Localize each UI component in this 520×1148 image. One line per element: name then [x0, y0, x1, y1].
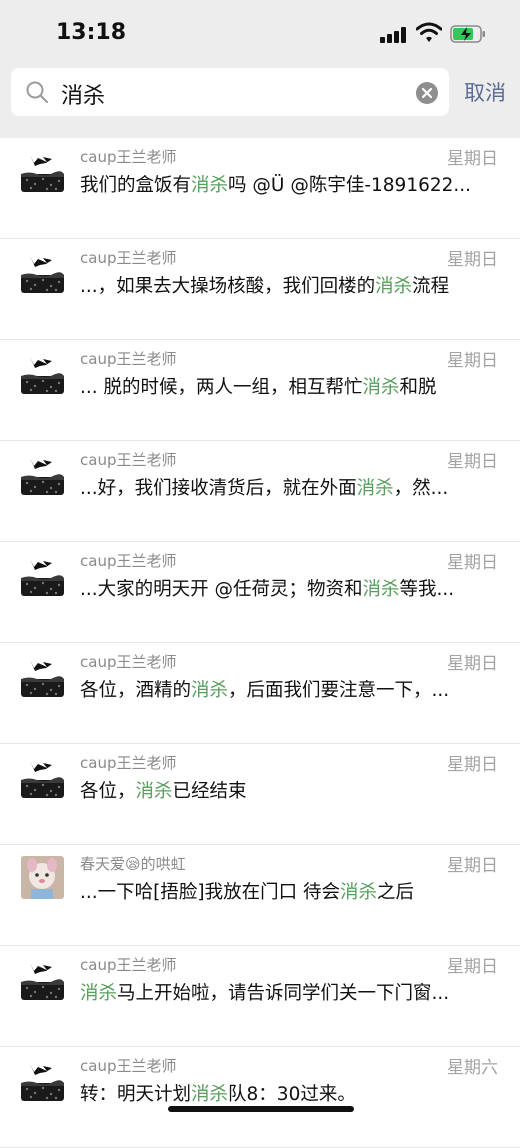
preview-text-before: ...大家的明天开 @任荷灵；物资和 — [80, 579, 363, 600]
preview-text-after: 和脱 — [399, 377, 437, 398]
message-date: 星期日 — [447, 351, 498, 371]
result-row[interactable]: caup王兰老师 星期日 ...，如果去大操场核酸，我们回楼的消杀流程 — [0, 239, 520, 340]
avatar[interactable] — [21, 856, 64, 899]
message-date: 星期日 — [447, 957, 498, 977]
avatar[interactable] — [21, 351, 64, 394]
message-date: 星期六 — [447, 1058, 498, 1078]
highlighted-keyword: 消杀 — [135, 781, 173, 802]
sender-name: caup王兰老师 — [80, 451, 177, 469]
result-row[interactable]: caup王兰老师 星期日 各位，消杀已经结束 — [0, 744, 520, 845]
message-preview: ... 脱的时候，两人一组，相互帮忙消杀和脱 — [80, 373, 495, 399]
avatar[interactable] — [21, 553, 64, 596]
result-row[interactable]: caup王兰老师 星期日 各位，酒精的消杀，后面我们要注意一下，... — [0, 643, 520, 744]
avatar[interactable] — [21, 1058, 64, 1101]
result-row[interactable]: caup王兰老师 星期日 ...大家的明天开 @任荷灵；物资和消杀等我... — [0, 542, 520, 643]
highlighted-keyword: 消杀 — [375, 276, 413, 297]
result-row[interactable]: caup王兰老师 星期六 转：明天计划消杀队8：30过来。 — [0, 1047, 520, 1148]
result-row[interactable]: caup王兰老师 星期日 我们的盒饭有消杀吗 @Ü @陈宇佳-1891622... — [0, 138, 520, 239]
highlighted-keyword: 消杀 — [362, 579, 400, 600]
message-date: 星期日 — [447, 149, 498, 169]
sender-name: caup王兰老师 — [80, 249, 177, 267]
preview-text-before: 各位，酒精的 — [80, 680, 192, 701]
message-date: 星期日 — [447, 452, 498, 472]
message-date: 星期日 — [447, 856, 498, 876]
search-input[interactable]: 消杀 — [61, 78, 105, 110]
avatar[interactable] — [21, 452, 64, 495]
preview-text-after: ，后面我们要注意一下，... — [228, 680, 450, 701]
preview-text-after: 马上开始啦，请告诉同学们关一下门窗... — [117, 983, 450, 1004]
message-preview: 各位，酒精的消杀，后面我们要注意一下，... — [80, 676, 495, 702]
preview-text-before: ...，如果去大操场核酸，我们回楼的 — [80, 276, 376, 297]
preview-text-after: 流程 — [412, 276, 450, 297]
status-time: 13:18 — [56, 20, 127, 45]
sender-name: caup王兰老师 — [80, 552, 177, 570]
message-preview: 我们的盒饭有消杀吗 @Ü @陈宇佳-1891622... — [80, 171, 495, 197]
sender-name: 春天爱😪的哄虹 — [80, 855, 186, 873]
avatar[interactable] — [21, 957, 64, 1000]
highlighted-keyword: 消杀 — [191, 680, 229, 701]
result-row[interactable]: caup王兰老师 星期日... 脱的时候，两人一组，相互帮忙消杀和脱 — [0, 340, 520, 441]
avatar[interactable] — [21, 149, 64, 192]
sender-name: caup王兰老师 — [80, 956, 177, 974]
preview-text-before: ...好，我们接收清货后，就在外面 — [80, 478, 357, 499]
cancel-button[interactable]: 取消 — [464, 77, 506, 107]
highlighted-keyword: 消杀 — [362, 377, 400, 398]
result-row[interactable]: caup王兰老师 星期日 消杀马上开始啦，请告诉同学们关一下门窗... — [0, 946, 520, 1047]
highlighted-keyword: 消杀 — [356, 478, 394, 499]
search-results-list: caup王兰老师 星期日 我们的盒饭有消杀吗 @Ü @陈宇佳-1891622... c… — [0, 138, 520, 1148]
preview-text-before: 转：明天计划 — [80, 1084, 192, 1105]
avatar[interactable] — [21, 250, 64, 293]
message-preview: ...，如果去大操场核酸，我们回楼的消杀流程 — [80, 272, 495, 298]
highlighted-keyword: 消杀 — [80, 983, 118, 1004]
battery-charging-icon — [450, 25, 485, 43]
sender-name: caup王兰老师 — [80, 350, 177, 368]
search-field[interactable]: 消杀 — [11, 68, 449, 116]
preview-text-after: 等我... — [399, 579, 455, 600]
highlighted-keyword: 消杀 — [191, 175, 229, 196]
message-date: 星期日 — [447, 755, 498, 775]
preview-text-before: ...一下哈[捂脸]我放在门口 待会 — [80, 882, 340, 903]
sender-name: caup王兰老师 — [80, 1057, 177, 1075]
preview-text-after: 队8：30过来。 — [228, 1084, 356, 1105]
preview-text-before: ... 脱的时候，两人一组，相互帮忙 — [80, 377, 363, 398]
preview-text-before: 各位， — [80, 781, 136, 802]
message-preview: 各位，消杀已经结束 — [80, 777, 495, 803]
message-date: 星期日 — [447, 654, 498, 674]
message-preview: ...一下哈[捂脸]我放在门口 待会消杀之后 — [80, 878, 495, 904]
message-date: 星期日 — [447, 250, 498, 270]
message-preview: 转：明天计划消杀队8：30过来。 — [80, 1080, 495, 1106]
status-bar: 13:18 — [0, 0, 520, 64]
preview-text-after: 之后 — [376, 882, 414, 903]
preview-text-after: 吗 @Ü @陈宇佳-1891622... — [228, 175, 472, 196]
result-row[interactable]: caup王兰老师 星期日 ...好，我们接收清货后，就在外面消杀，然... — [0, 441, 520, 542]
cellular-signal-icon — [380, 27, 408, 43]
preview-text-after: 已经结束 — [172, 781, 247, 802]
avatar[interactable] — [21, 755, 64, 798]
search-bar: 消杀 取消 — [0, 64, 520, 138]
message-date: 星期日 — [447, 553, 498, 573]
home-indicator — [168, 1106, 354, 1112]
result-row[interactable]: 春天爱😪的哄虹 星期日 ...一下哈[捂脸]我放在门口 待会消杀之后 — [0, 845, 520, 946]
highlighted-keyword: 消杀 — [339, 882, 377, 903]
wifi-icon — [416, 22, 442, 42]
sender-name: caup王兰老师 — [80, 148, 177, 166]
message-preview: ...好，我们接收清货后，就在外面消杀，然... — [80, 474, 495, 500]
sender-name: caup王兰老师 — [80, 653, 177, 671]
clear-icon[interactable] — [415, 81, 439, 105]
preview-text-after: ，然... — [393, 478, 449, 499]
highlighted-keyword: 消杀 — [191, 1084, 229, 1105]
preview-text-before: 我们的盒饭有 — [80, 175, 192, 196]
sender-name: caup王兰老师 — [80, 754, 177, 772]
message-preview: ...大家的明天开 @任荷灵；物资和消杀等我... — [80, 575, 495, 601]
search-icon — [26, 81, 48, 103]
message-preview: 消杀马上开始啦，请告诉同学们关一下门窗... — [80, 979, 495, 1005]
avatar[interactable] — [21, 654, 64, 697]
